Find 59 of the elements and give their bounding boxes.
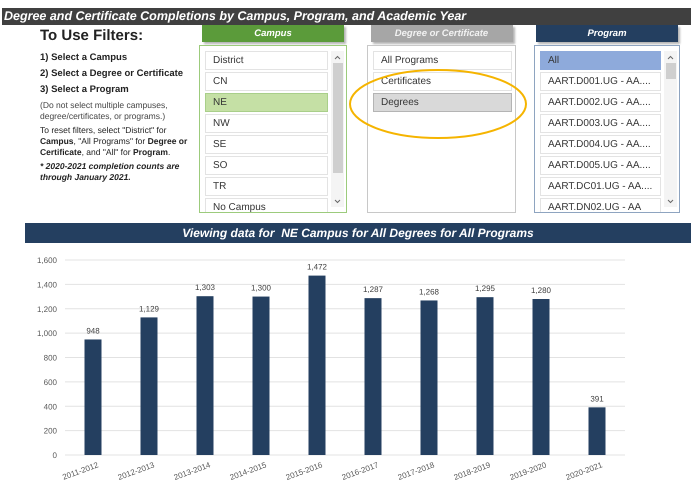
data-label: 948 (86, 326, 100, 336)
instructions-heading: To Use Filters: (40, 27, 144, 44)
y-axis-label: 200 (44, 426, 57, 436)
slicer-item[interactable]: AART.D005.UG - AA.... (540, 156, 661, 175)
data-label: 1,300 (250, 284, 272, 293)
scroll-thumb[interactable] (332, 63, 342, 173)
data-label: 1,129 (138, 304, 160, 314)
data-label: 1,280 (530, 286, 552, 295)
data-label: 1,287 (362, 285, 384, 294)
y-axis-label: 600 (44, 378, 57, 387)
reset-instruction: To reset filters, select "District" for Campus, "All Programs" for Degree or Certificate, and "All" for Program. (40, 125, 188, 158)
slicer-item[interactable]: All (540, 51, 661, 70)
scrollbar[interactable] (664, 51, 677, 207)
y-axis-label: 1,600 (36, 256, 57, 265)
slicer-item[interactable]: AART.D003.UG - AA.... (540, 114, 661, 133)
y-axis-label: 0 (52, 451, 57, 460)
page-title: Degree and Certificate Completions by Campus, Program, and Academic Year (4, 10, 466, 23)
scroll-up-icon[interactable] (667, 55, 674, 60)
y-axis-label: 400 (44, 402, 57, 412)
slicer-item[interactable]: No Campus (205, 198, 328, 212)
scroll-down-icon[interactable] (667, 199, 674, 204)
instruction-step: 1) Select a Campus (40, 52, 197, 64)
slicer-item[interactable]: AART.D004.UG - AA.... (540, 135, 661, 154)
slicer-item[interactable]: NW (205, 114, 328, 133)
slicer-item[interactable]: Certificates (373, 72, 512, 91)
scroll-down-icon[interactable] (334, 199, 341, 204)
data-label: 1,295 (474, 284, 496, 294)
slicer-item[interactable]: Degrees (373, 93, 512, 112)
data-label: 1,472 (306, 262, 328, 272)
scroll-up-icon[interactable] (334, 55, 341, 60)
slicer-item[interactable]: AART.DC01.UG - AA.... (540, 177, 661, 196)
slicer-item[interactable]: AART.D002.UG - AA.... (540, 93, 661, 112)
slicer-item[interactable]: District (205, 51, 328, 70)
data-label: 1,268 (418, 287, 440, 296)
y-axis-label: 800 (44, 354, 57, 362)
slicer-title: Degree or Certificate (394, 28, 488, 38)
y-axis-label: 1,200 (36, 304, 57, 314)
instruction-step: 3) Select a Program (40, 84, 197, 96)
scroll-thumb[interactable] (666, 63, 676, 79)
instruction-step: 2) Select a Degree or Certificate (40, 68, 197, 80)
slicer-item[interactable]: CN (205, 72, 328, 91)
slicer-item[interactable]: SE (205, 135, 328, 154)
slicer-item[interactable]: AART.DN02.UG - AA (540, 198, 661, 212)
slicer-title: Campus (254, 28, 292, 38)
bar (588, 407, 606, 455)
instruction-note: (Do not select multiple campuses, degree/certificates, or programs.) (40, 100, 169, 122)
data-label: 391 (590, 394, 604, 404)
slicer-item[interactable]: AART.D001.UG - AA.... (540, 72, 661, 91)
chart-title: Viewing data for NE Campus for All Degrees for All Programs (182, 225, 534, 242)
slicer-item[interactable]: All Programs (373, 51, 512, 70)
slicer-item[interactable]: NE (205, 93, 328, 112)
data-label: 1,303 (194, 283, 216, 292)
scrollbar[interactable] (331, 51, 344, 207)
slicer-title: Program (587, 28, 627, 38)
slicer-item[interactable]: SO (205, 156, 328, 175)
footnote: * 2020-2021 completion counts are through January 2021. (40, 161, 180, 183)
y-axis-label: 1,400 (36, 280, 57, 290)
slicer-item[interactable]: TR (205, 177, 328, 196)
y-axis-label: 1,000 (36, 329, 57, 338)
